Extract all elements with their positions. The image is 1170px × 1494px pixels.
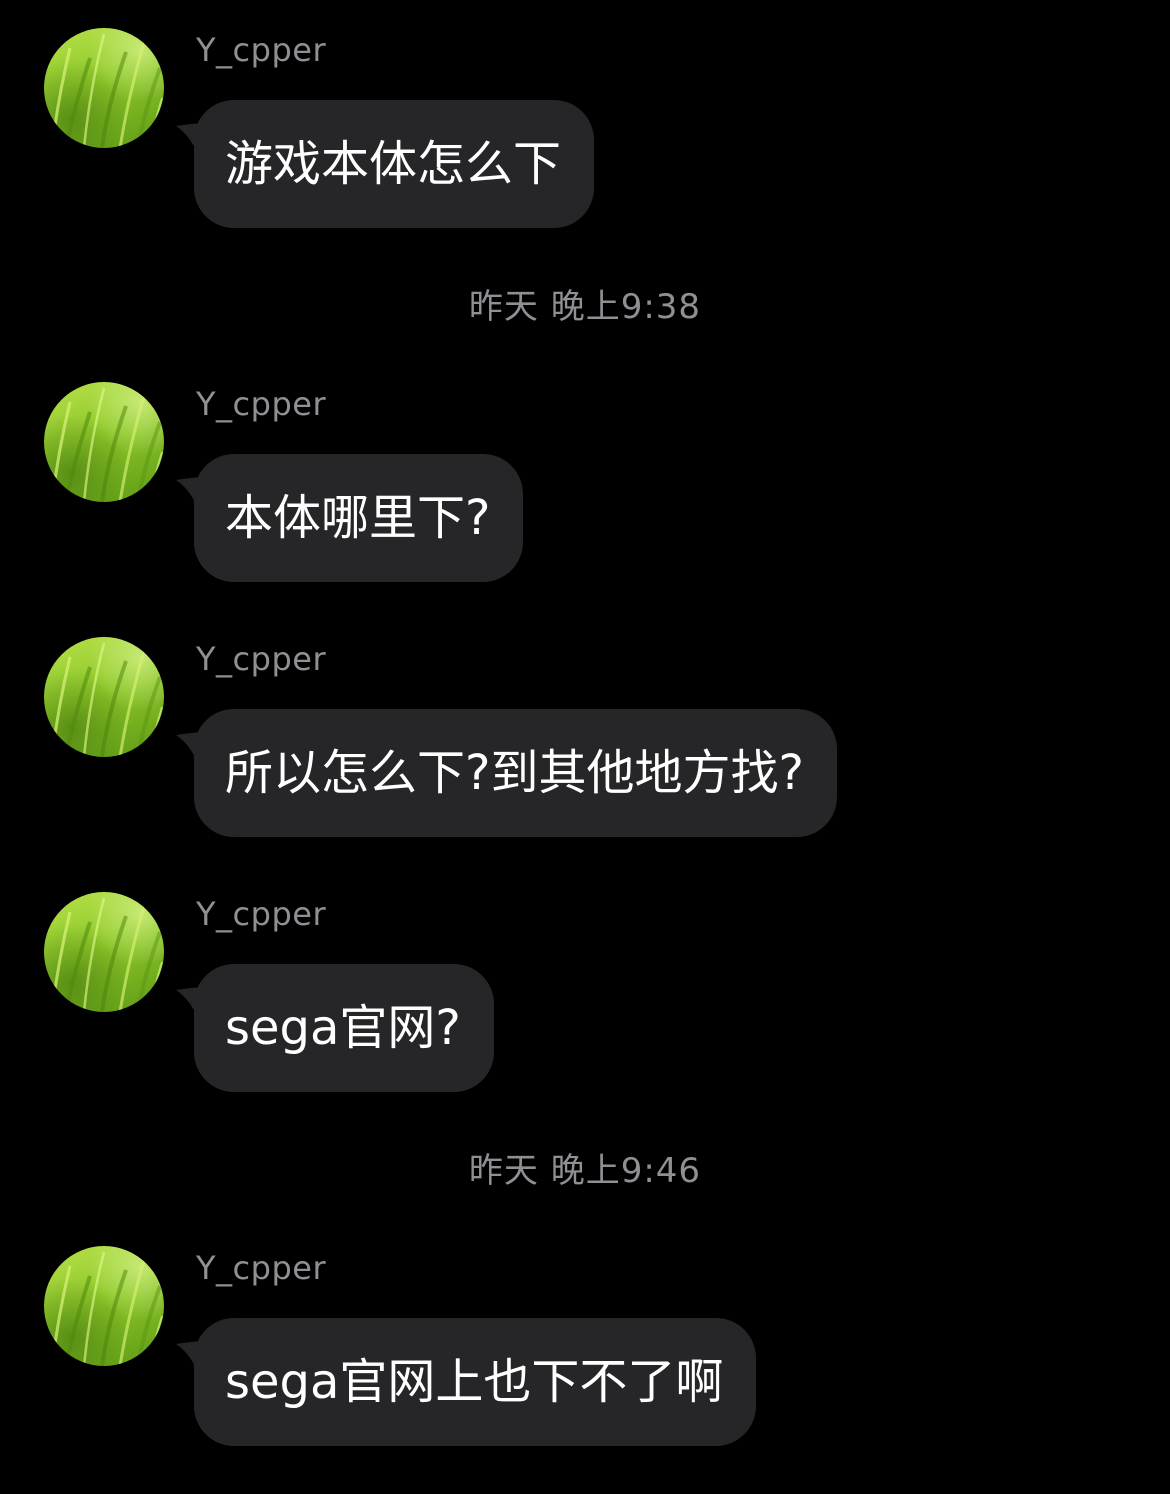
- message-row: Y_cpper 所以怎么下?到其他地方找?: [0, 609, 1170, 837]
- sender-name: Y_cpper: [196, 640, 327, 678]
- message-bubble[interactable]: sega官网上也下不了啊: [194, 1318, 757, 1446]
- sender-name: Y_cpper: [196, 31, 327, 69]
- sender-name: Y_cpper: [196, 895, 327, 933]
- timestamp-divider: 昨天 晚上9:46: [468, 1151, 702, 1191]
- message-bubble[interactable]: 游戏本体怎么下: [194, 100, 595, 228]
- sender-name: Y_cpper: [196, 1249, 327, 1287]
- message-row: Y_cpper 本体哪里下?: [0, 354, 1170, 582]
- green-grass-avatar-icon[interactable]: [44, 382, 164, 502]
- chat-thread[interactable]: Y_cpper 游戏本体怎么下 昨天 晚上9:38 Y_cpper 本体哪里下?: [0, 0, 1170, 1494]
- timestamp-divider: 昨天 晚上9:38: [468, 287, 702, 327]
- message-row: Y_cpper 游戏本体怎么下: [0, 0, 1170, 228]
- message-bubble[interactable]: sega官网?: [194, 964, 494, 1092]
- message-row: Y_cpper sega官网上也下不了啊: [0, 1218, 1170, 1446]
- green-grass-avatar-icon[interactable]: [44, 892, 164, 1012]
- message-row: Y_cpper sega官网?: [0, 864, 1170, 1092]
- message-bubble[interactable]: 本体哪里下?: [194, 454, 524, 582]
- green-grass-avatar-icon[interactable]: [44, 28, 164, 148]
- sender-name: Y_cpper: [196, 385, 327, 423]
- green-grass-avatar-icon[interactable]: [44, 1246, 164, 1366]
- green-grass-avatar-icon[interactable]: [44, 637, 164, 757]
- message-bubble[interactable]: 所以怎么下?到其他地方找?: [194, 709, 837, 837]
